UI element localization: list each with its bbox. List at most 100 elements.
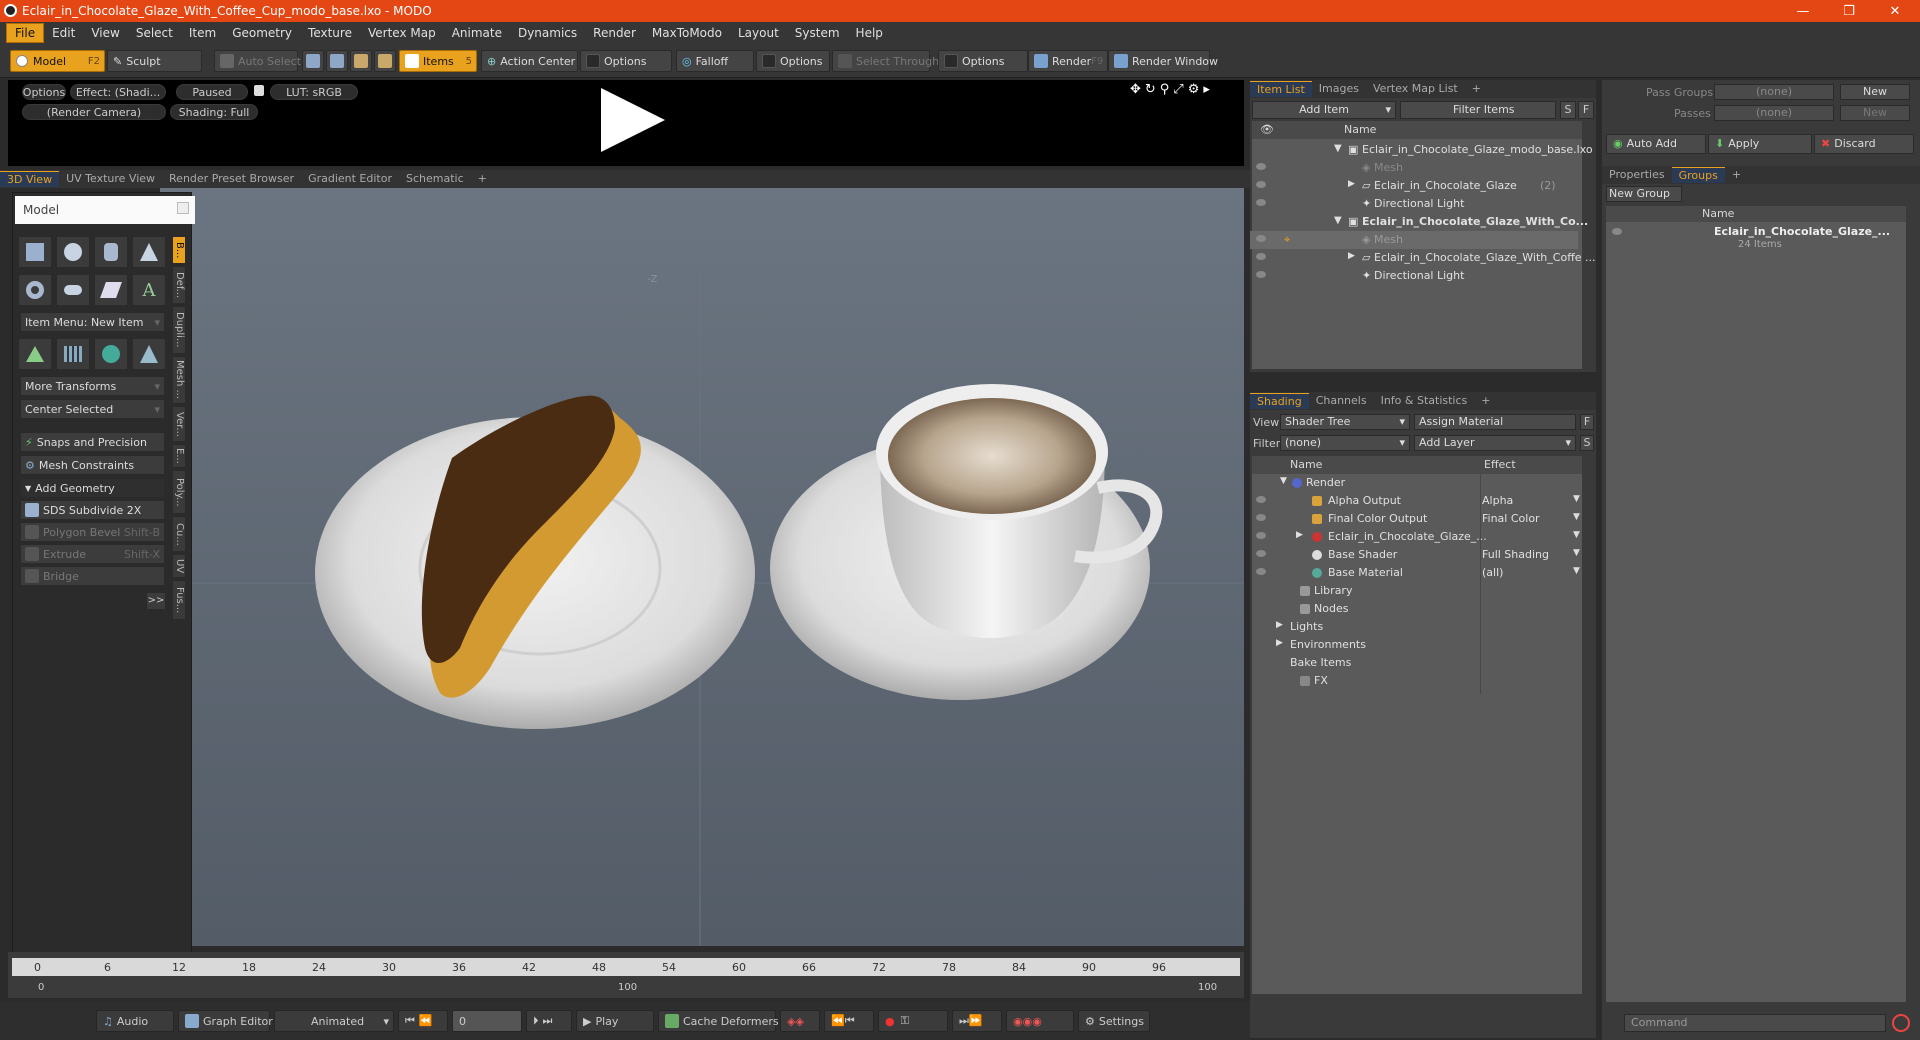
play-button[interactable]: ▶ Play bbox=[576, 1010, 654, 1032]
lock-icon[interactable] bbox=[254, 85, 264, 96]
audio-button[interactable]: ♫ Audio bbox=[96, 1010, 174, 1032]
tab-groups[interactable]: Groups bbox=[1671, 167, 1725, 183]
action-center-options-button[interactable]: Options bbox=[580, 50, 672, 72]
more-transforms-dropdown[interactable]: More Transforms ▾ bbox=[20, 376, 165, 396]
animated-dropdown[interactable]: Animated ▾ bbox=[274, 1010, 394, 1032]
frame-back-buttons[interactable]: ⏮⏪ bbox=[398, 1010, 448, 1032]
torus-tool-button[interactable] bbox=[18, 274, 52, 306]
side-tab-polygon[interactable]: Poly... bbox=[172, 470, 186, 514]
tab-shading[interactable]: Shading bbox=[1250, 393, 1309, 409]
center-selected-dropdown[interactable]: Center Selected ▾ bbox=[20, 399, 165, 419]
menu-render[interactable]: Render bbox=[585, 24, 644, 42]
eye-icon[interactable] bbox=[1256, 253, 1266, 260]
pen-tool-button[interactable] bbox=[94, 274, 128, 306]
shading-dropdown[interactable]: Shading: Full bbox=[170, 104, 258, 120]
pyramid-tool-button[interactable] bbox=[132, 338, 166, 370]
eye-icon[interactable] bbox=[1256, 496, 1266, 503]
chevron-down-icon[interactable]: ▼ bbox=[1573, 548, 1580, 558]
preview-nav-icons[interactable]: ✥↻⚲⤢⚙▸ bbox=[1130, 82, 1214, 97]
chevron-down-icon[interactable]: ▼ bbox=[1573, 494, 1580, 504]
tab-info-statistics[interactable]: Info & Statistics bbox=[1374, 393, 1475, 409]
panel-close-icon[interactable] bbox=[177, 202, 189, 214]
mesh-constraints-button[interactable]: ⚙ Mesh Constraints bbox=[20, 455, 165, 475]
select-options-button[interactable]: Options bbox=[938, 50, 1028, 72]
text-tool-button[interactable]: A bbox=[132, 274, 166, 306]
view-dropdown[interactable]: Shader Tree ▾ bbox=[1280, 414, 1410, 430]
render-camera-dropdown[interactable]: (Render Camera) bbox=[22, 104, 166, 120]
snaps-precision-button[interactable]: ⚡ Snaps and Precision bbox=[20, 432, 165, 452]
cache-deformers-button[interactable]: Cache Deformers bbox=[658, 1010, 779, 1032]
close-button[interactable]: ✕ bbox=[1872, 0, 1918, 22]
chevron-down-icon[interactable]: ▼ bbox=[1573, 566, 1580, 576]
side-tab-vertex[interactable]: Ver... bbox=[172, 406, 186, 442]
shader-row-alpha-output[interactable]: Alpha Output Alpha ▼ bbox=[1250, 492, 1580, 510]
extrude-button[interactable]: Extrude Shift-X bbox=[20, 544, 165, 564]
render-button[interactable]: Render F9 bbox=[1028, 50, 1108, 72]
new-pass-group-button[interactable]: New bbox=[1840, 84, 1910, 100]
name-column-header[interactable]: Name bbox=[1344, 123, 1376, 136]
filter-dropdown[interactable]: (none) ▾ bbox=[1280, 435, 1410, 451]
add-tab-button[interactable]: + bbox=[1474, 393, 1497, 409]
tube-tool-button[interactable] bbox=[56, 274, 90, 306]
restore-button[interactable]: ❐ bbox=[1826, 0, 1872, 22]
key-buttons[interactable]: ◈◈ bbox=[780, 1010, 820, 1032]
lut-dropdown[interactable]: LUT: sRGB bbox=[270, 84, 358, 100]
add-item-dropdown[interactable]: Add Item ▾ bbox=[1252, 101, 1396, 119]
shader-row-material-group[interactable]: ▶ Eclair_in_Chocolate_Glaze_... ▼ bbox=[1250, 528, 1580, 546]
eye-icon[interactable] bbox=[1256, 235, 1266, 242]
tab-gradient-editor[interactable]: Gradient Editor bbox=[301, 171, 399, 187]
eye-icon[interactable] bbox=[1256, 568, 1266, 575]
menu-layout[interactable]: Layout bbox=[730, 24, 787, 42]
minimize-button[interactable]: — bbox=[1780, 0, 1826, 22]
menu-system[interactable]: System bbox=[787, 24, 848, 42]
side-tab-mesh-edit[interactable]: Mesh ... bbox=[172, 356, 186, 404]
new-pass-button[interactable]: New bbox=[1840, 105, 1910, 121]
viewport-3d[interactable]: -Z bbox=[160, 188, 1244, 946]
select-through-button[interactable]: Select Through bbox=[832, 50, 939, 72]
vertices-mode-button[interactable] bbox=[302, 50, 324, 72]
tab-properties[interactable]: Properties bbox=[1602, 167, 1672, 183]
record-buttons[interactable]: ● ⚿ bbox=[878, 1010, 948, 1032]
model-mode-button[interactable]: Model F2 bbox=[10, 50, 105, 72]
menu-view[interactable]: View bbox=[83, 24, 127, 42]
eye-icon[interactable] bbox=[1256, 532, 1266, 539]
cube-tool-button[interactable] bbox=[18, 236, 52, 268]
menu-select[interactable]: Select bbox=[128, 24, 181, 42]
graph-editor-button[interactable]: Graph Editor bbox=[178, 1010, 273, 1032]
auto-key-buttons[interactable]: ◉◉◉ bbox=[1006, 1010, 1074, 1032]
cylinder-tool-button[interactable] bbox=[94, 236, 128, 268]
add-tab-button[interactable]: + bbox=[1725, 167, 1748, 183]
menu-help[interactable]: Help bbox=[848, 24, 891, 42]
eye-icon[interactable] bbox=[1256, 199, 1266, 206]
effect-column-header[interactable]: Effect bbox=[1484, 458, 1516, 471]
shader-row-final-color-output[interactable]: Final Color Output Final Color ▼ bbox=[1250, 510, 1580, 528]
command-input[interactable]: Command bbox=[1624, 1014, 1886, 1032]
shader-row-base-material[interactable]: Base Material (all) ▼ bbox=[1250, 564, 1580, 582]
side-tab-curve[interactable]: Cu... bbox=[172, 516, 186, 552]
more-tools-button[interactable]: >> bbox=[146, 592, 166, 610]
key-nav-buttons[interactable]: ⏪⏮ bbox=[824, 1010, 874, 1032]
tree-row[interactable]: ⌖ ◈ Mesh bbox=[1250, 231, 1578, 249]
shader-row-lights[interactable]: ▶ Lights bbox=[1250, 618, 1578, 636]
sculpt-button[interactable]: ✎ Sculpt bbox=[107, 50, 202, 72]
passes-dropdown[interactable]: (none) bbox=[1714, 105, 1834, 121]
shader-row-render[interactable]: ▼ Render bbox=[1250, 474, 1578, 492]
tree-row[interactable]: ✦ Directional Light bbox=[1250, 267, 1578, 285]
timeline-ruler[interactable]: 0 6 12 18 24 30 36 42 48 54 60 66 72 78 … bbox=[12, 958, 1240, 976]
items-mode-button[interactable]: Items 5 bbox=[399, 50, 477, 72]
new-group-button[interactable]: New Group bbox=[1606, 186, 1682, 202]
stop-icon[interactable] bbox=[1892, 1014, 1910, 1032]
pass-groups-dropdown[interactable]: (none) bbox=[1714, 84, 1834, 100]
side-tab-edge[interactable]: E... bbox=[172, 444, 186, 468]
tree-row[interactable]: ✦ Directional Light bbox=[1250, 195, 1578, 213]
menu-dynamics[interactable]: Dynamics bbox=[510, 24, 585, 42]
shader-row-nodes[interactable]: Nodes bbox=[1250, 600, 1578, 618]
sds-subdivide-button[interactable]: SDS Subdivide 2X bbox=[20, 500, 165, 520]
tab-vertex-map-list[interactable]: Vertex Map List bbox=[1366, 81, 1465, 97]
tree-row[interactable]: ▼ ▣ Eclair_in_Chocolate_Glaze_With_Co... bbox=[1250, 213, 1588, 231]
effect-dropdown[interactable]: Effect: (Shadi... bbox=[70, 84, 166, 100]
menu-maxtomodo[interactable]: MaxToModo bbox=[644, 24, 730, 42]
side-tab-fusion[interactable]: Fus... bbox=[172, 580, 186, 620]
tab-images[interactable]: Images bbox=[1312, 81, 1366, 97]
side-tab-duplicate[interactable]: Dupli... bbox=[172, 306, 186, 354]
